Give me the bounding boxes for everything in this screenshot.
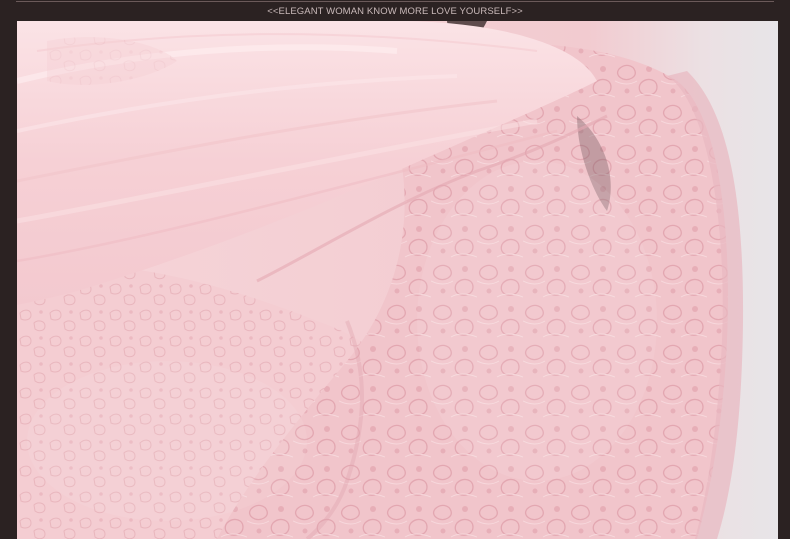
product-detail-banner: <<ELEGANT WOMAN KNOW MORE LOVE YOURSELF>… bbox=[0, 0, 790, 539]
tagline-text: <<ELEGANT WOMAN KNOW MORE LOVE YOURSELF>… bbox=[267, 6, 523, 17]
top-divider bbox=[16, 1, 774, 2]
garment-photo bbox=[17, 21, 778, 539]
garment-photo-art bbox=[17, 21, 778, 539]
